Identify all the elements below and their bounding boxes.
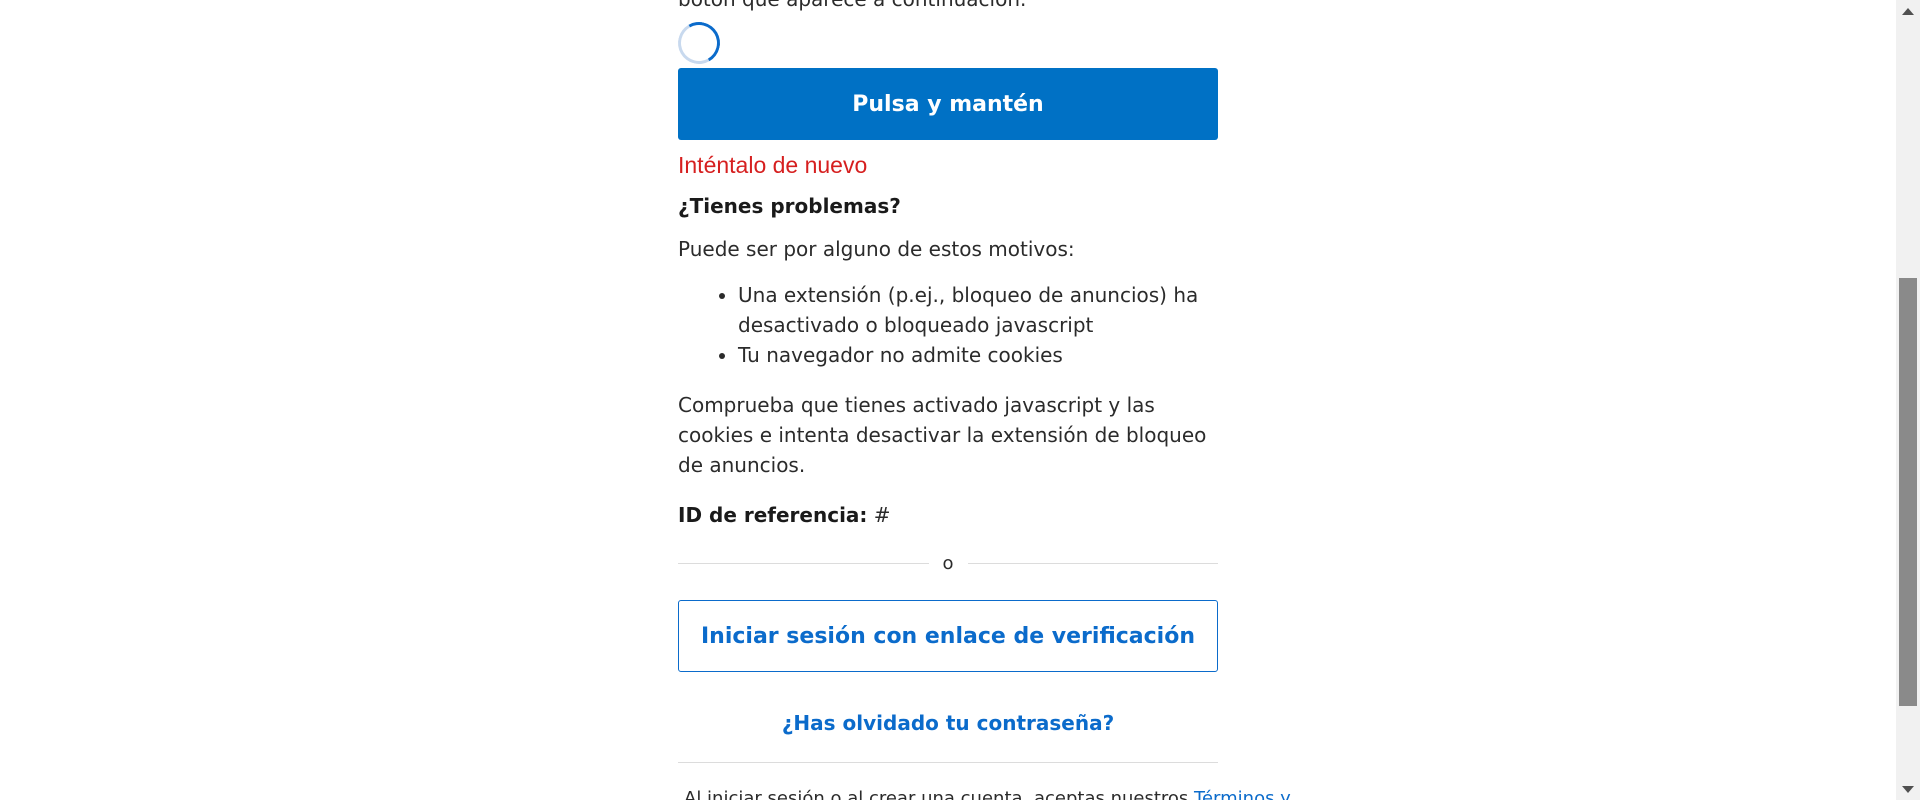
terms-link[interactable]: Términos y xyxy=(1194,788,1291,800)
reference-id: ID de referencia: # xyxy=(678,500,1218,530)
scroll-down-arrow-icon[interactable] xyxy=(1896,778,1920,800)
error-message: Inténtalo de nuevo xyxy=(678,152,868,178)
vertical-scrollbar[interactable] xyxy=(1896,0,1920,800)
page-viewport: botón que aparece a continuación. Pulsa … xyxy=(0,0,1920,800)
divider-line xyxy=(967,562,1219,564)
divider-line xyxy=(678,562,929,564)
terms-text: Al iniciar sesión o al crear una cuenta,… xyxy=(684,788,1195,800)
reference-id-value: # xyxy=(873,503,891,527)
list-item: Una extensión (p.ej., bloqueo de anuncio… xyxy=(738,280,1218,340)
or-divider: o xyxy=(678,548,1219,578)
challenge-panel: botón que aparece a continuación. Pulsa … xyxy=(673,0,1291,800)
reasons-intro: Puede ser por alguno de estos motivos: xyxy=(678,237,1075,261)
reference-id-label: ID de referencia: xyxy=(678,503,868,527)
verification-link-signin-button[interactable]: Iniciar sesión con enlace de verificació… xyxy=(678,600,1218,672)
divider-text: o xyxy=(942,552,954,574)
forgot-password-link[interactable]: ¿Has olvidado tu contraseña? xyxy=(678,708,1218,738)
loading-spinner-icon xyxy=(673,17,725,69)
check-instructions: Comprueba que tienes activado javascript… xyxy=(678,393,1207,477)
intro-text: botón que aparece a continuación. xyxy=(678,0,1218,14)
reasons-list: Una extensión (p.ej., bloqueo de anuncio… xyxy=(678,280,1218,370)
section-divider xyxy=(678,762,1218,763)
list-item: Tu navegador no admite cookies xyxy=(738,340,1218,370)
press-and-hold-button[interactable]: Pulsa y mantén xyxy=(678,68,1218,140)
terms-notice: Al iniciar sesión o al crear una cuenta,… xyxy=(678,785,1291,800)
trouble-heading: ¿Tienes problemas? xyxy=(678,194,901,218)
scrollbar-thumb[interactable] xyxy=(1899,278,1917,706)
scroll-up-arrow-icon[interactable] xyxy=(1896,0,1920,22)
